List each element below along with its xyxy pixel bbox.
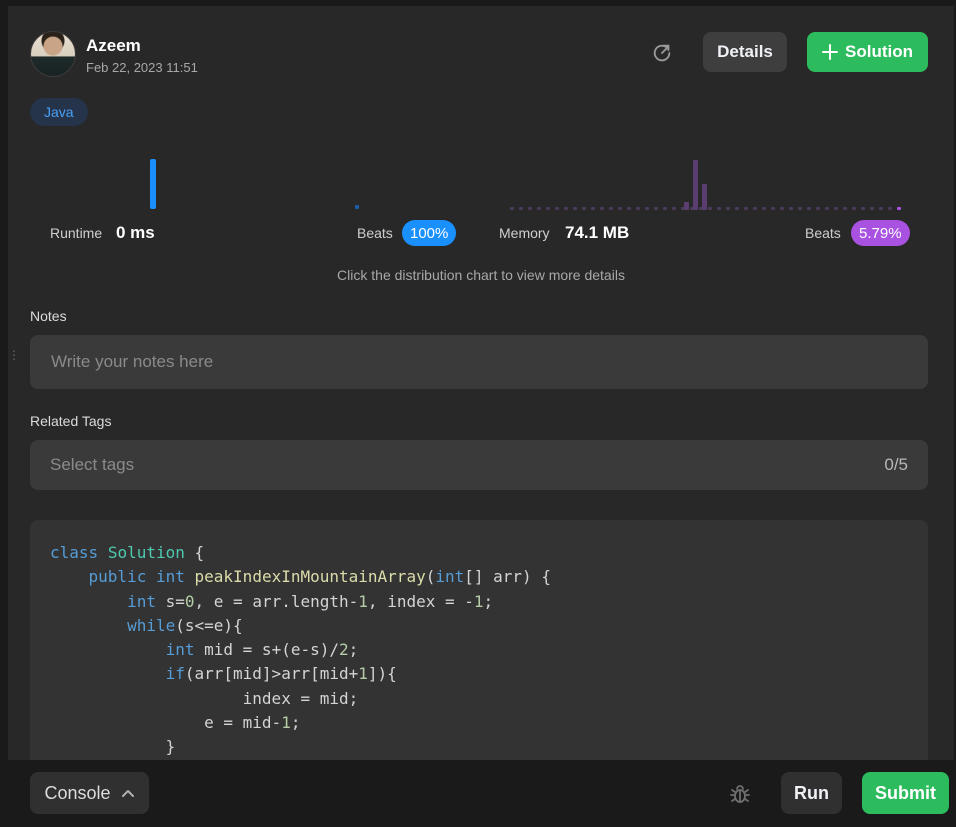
memory-chart-dot xyxy=(870,207,874,210)
memory-chart-dot xyxy=(780,207,784,210)
memory-chart-dot xyxy=(708,207,712,210)
memory-chart-dot xyxy=(564,207,568,210)
code-line: int mid = s+(e-s)/2; xyxy=(165,640,359,660)
bottom-bar: Console Run Submit xyxy=(0,760,956,827)
code-line: class Solution { xyxy=(50,543,205,562)
memory-label: Memory xyxy=(499,225,550,241)
solution-button[interactable]: Solution xyxy=(807,32,928,72)
console-button[interactable]: Console xyxy=(30,772,149,814)
memory-chart-dot xyxy=(600,207,604,210)
memory-chart-dot xyxy=(591,207,595,210)
memory-chart-dot xyxy=(816,207,820,210)
plus-icon xyxy=(822,44,838,60)
details-button[interactable]: Details xyxy=(703,32,787,72)
memory-chart-dot xyxy=(528,207,532,210)
memory-chart-dot xyxy=(861,207,865,210)
memory-value: 74.1 MB xyxy=(565,223,630,242)
refresh-icon xyxy=(653,44,671,62)
code-line: e = mid-1; xyxy=(50,713,301,733)
memory-chart-dot xyxy=(636,207,640,210)
memory-chart-dot xyxy=(879,207,883,210)
memory-chart-dot xyxy=(744,207,748,210)
memory-chart-dot xyxy=(798,207,802,210)
memory-chart-dot xyxy=(771,207,775,210)
chart-hint: Click the distribution chart to view mor… xyxy=(337,267,625,283)
memory-chart-dot xyxy=(843,207,847,210)
debug-button[interactable] xyxy=(724,778,756,810)
submit-button[interactable]: Submit xyxy=(862,772,949,814)
memory-chart-dot xyxy=(762,207,766,210)
submission-detail-panel: ⋮ Azeem Feb 22, 2023 11:51 Details Solut… xyxy=(8,6,954,760)
memory-chart-dot xyxy=(555,207,559,210)
resize-handle-icon[interactable]: ⋮ xyxy=(8,349,20,372)
tags-select[interactable]: Select tags 0/5 xyxy=(30,440,928,490)
memory-chart-dot xyxy=(663,207,667,210)
code-line: if(arr[mid]>arr[mid+1]){ xyxy=(165,664,397,684)
code-block[interactable]: class Solution { public int peakIndexInM… xyxy=(30,520,928,760)
runtime-label: Runtime xyxy=(50,225,103,241)
tags-count: 0/5 xyxy=(884,455,908,474)
memory-chart-dot xyxy=(537,207,541,210)
code-line: while(s<=e){ xyxy=(127,615,243,635)
code-line: index = mid; xyxy=(50,688,359,708)
notes-input[interactable] xyxy=(30,335,928,389)
memory-chart-dot xyxy=(573,207,577,210)
memory-chart-dot xyxy=(735,207,739,210)
console-label: Console xyxy=(44,782,111,803)
memory-chart-bar xyxy=(702,184,707,210)
memory-chart-dot xyxy=(807,207,811,210)
submission-date: Feb 22, 2023 11:51 xyxy=(86,60,198,75)
memory-chart-dot xyxy=(672,207,676,210)
memory-chart-dot xyxy=(645,207,649,210)
runtime-value: 0 ms xyxy=(116,223,155,242)
tags-placeholder: Select tags xyxy=(50,455,135,474)
notes-label: Notes xyxy=(30,308,67,324)
memory-chart-dot xyxy=(510,207,514,210)
memory-chart-dot xyxy=(546,207,550,210)
code-line: int s=0, e = arr.length-1, index = -1; xyxy=(127,591,494,611)
memory-chart-dot xyxy=(789,207,793,210)
memory-distribution-chart[interactable] xyxy=(498,156,908,212)
solution-button-label: Solution xyxy=(845,42,913,61)
memory-chart-dot xyxy=(654,207,658,210)
memory-beats-badge: 5.79% xyxy=(851,220,910,246)
memory-chart-dot xyxy=(627,207,631,210)
memory-chart-dot xyxy=(852,207,856,210)
runtime-beats-badge: 100% xyxy=(402,220,457,246)
runtime-bar-current xyxy=(150,159,156,209)
memory-chart-dot xyxy=(897,207,901,210)
bug-icon xyxy=(730,785,750,803)
memory-chart-dot xyxy=(609,207,613,210)
memory-chart-dot xyxy=(519,207,523,210)
memory-chart-dot xyxy=(726,207,730,210)
avatar[interactable] xyxy=(30,31,76,77)
runtime-bar-small xyxy=(355,205,359,209)
related-tags-label: Related Tags xyxy=(30,413,112,429)
memory-chart-bar xyxy=(684,202,689,210)
runtime-distribution-chart[interactable] xyxy=(48,156,368,212)
code-line: } xyxy=(50,737,176,757)
user-name[interactable]: Azeem xyxy=(86,36,141,56)
memory-chart-dot xyxy=(834,207,838,210)
memory-chart-dot xyxy=(825,207,829,210)
runtime-beats-label: Beats xyxy=(357,225,393,241)
memory-chart-dot xyxy=(888,207,892,210)
chevron-up-icon xyxy=(121,790,134,797)
refresh-button[interactable] xyxy=(648,39,676,67)
memory-chart-bar xyxy=(693,160,698,210)
memory-beats-label: Beats xyxy=(805,225,841,241)
code-line: public int peakIndexInMountainArray(int[… xyxy=(88,567,551,587)
memory-chart-dot xyxy=(582,207,586,210)
memory-chart-dot xyxy=(618,207,622,210)
run-button[interactable]: Run xyxy=(781,772,842,814)
memory-chart-dot xyxy=(717,207,721,210)
language-tag: Java xyxy=(30,98,88,126)
memory-chart-dot xyxy=(753,207,757,210)
